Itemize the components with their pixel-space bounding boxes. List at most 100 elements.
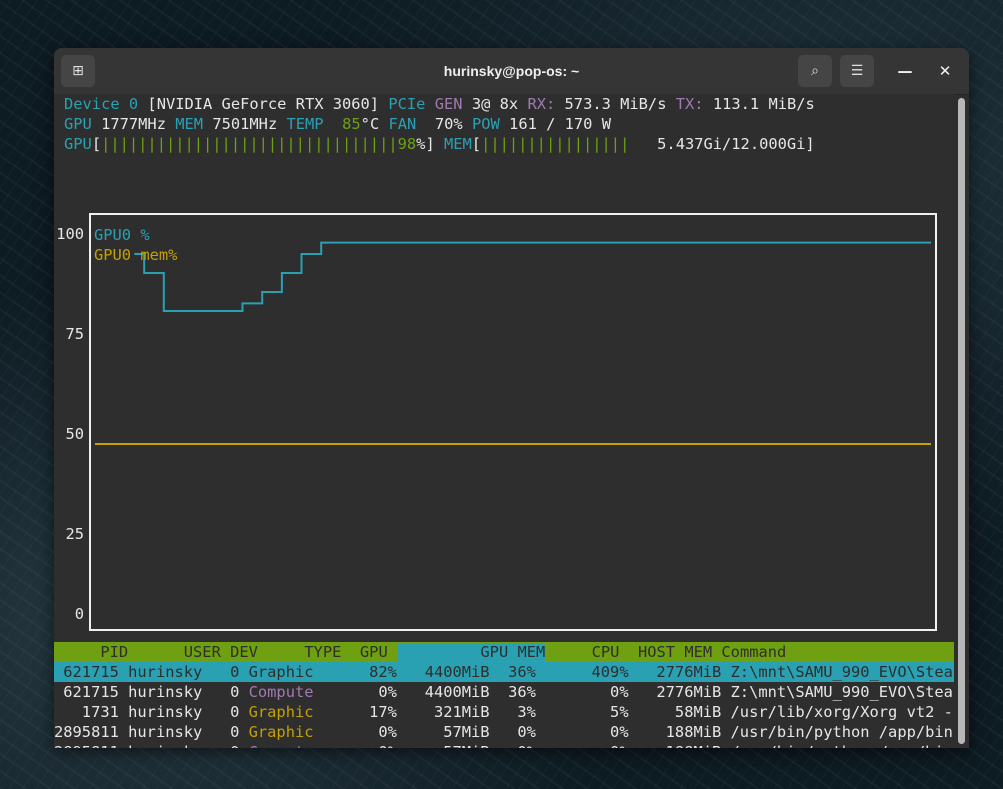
temp-unit: °C: [360, 115, 380, 133]
cell-type: Graphic: [248, 663, 314, 681]
gpu-clock-label: GPU: [64, 115, 92, 133]
cell-cpu: 0%: [545, 683, 638, 701]
usage-bars-line: GPU[||||||||||||||||||||||||||||||||98%]…: [64, 135, 815, 153]
new-tab-button[interactable]: ⊞: [61, 55, 95, 87]
cell-gpu: 0%: [313, 683, 407, 701]
y-tick-100: 100: [56, 225, 84, 243]
cell-dev: 0: [211, 723, 249, 741]
legend-gpu-pct: GPU0 %: [94, 226, 150, 244]
cell-host-mem: 2776MiB: [637, 663, 731, 681]
close-icon: ✕: [938, 62, 952, 80]
device-info-line: Device 0 [NVIDIA GeForce RTX 3060] PCIe …: [64, 94, 815, 114]
gpu-usage-label: GPU: [64, 135, 92, 153]
cell-gpu-mem: 57MiB: [406, 743, 499, 748]
mem-usage-bar: ||||||||||||||||: [481, 135, 630, 153]
terminal-window: ⊞ hurinsky@pop-os: ~ ⌕ ☰ — ✕ Device 0 [N…: [54, 48, 969, 748]
table-row[interactable]: 621715 hurinsky 0 Compute 0% 4400MiB 36%…: [54, 682, 954, 702]
gpu-clock-value: 1777MHz: [101, 115, 166, 133]
cell-pid: 1731: [54, 703, 129, 721]
col-host-mem[interactable]: HOST MEM: [638, 643, 712, 661]
cell-cpu: 409%: [545, 663, 638, 681]
terminal-content[interactable]: Device 0 [NVIDIA GeForce RTX 3060] PCIe …: [54, 94, 954, 748]
search-icon: ⌕: [811, 63, 819, 79]
rx-label: RX:: [527, 95, 556, 113]
device-label: Device 0: [64, 95, 139, 113]
cell-type: Graphic: [248, 723, 314, 741]
gen-label: GEN: [434, 95, 463, 113]
cell-cpu: 5%: [545, 703, 638, 721]
col-type[interactable]: TYPE: [304, 643, 341, 661]
series-line-0: [134, 241, 931, 312]
col-dev[interactable]: DEV: [230, 643, 258, 661]
table-row[interactable]: 621715 hurinsky 0 Graphic 82% 4400MiB 36…: [54, 662, 954, 682]
cell-host-mem: 188MiB: [638, 743, 731, 748]
col-command[interactable]: Command: [721, 643, 786, 661]
scrollbar[interactable]: [958, 98, 965, 744]
cell-cpu: 0%: [545, 743, 638, 748]
cell-user: hurinsky: [128, 683, 212, 701]
cell-host-mem: 188MiB: [637, 723, 731, 741]
search-button[interactable]: ⌕: [798, 55, 832, 87]
mem-clock-value: 7501MHz: [212, 115, 278, 133]
cell-user: hurinsky: [128, 723, 212, 741]
tx-label: TX:: [675, 95, 704, 113]
menu-button[interactable]: ☰: [840, 55, 874, 87]
cell-gpu-mem: 4400MiB: [406, 663, 499, 681]
cell-host-mem: 2776MiB: [637, 683, 731, 701]
col-user[interactable]: USER: [184, 643, 221, 661]
y-tick-0: 0: [74, 605, 84, 623]
cell-user: hurinsky: [128, 743, 211, 748]
cell-gpu-mem: 57MiB: [406, 723, 499, 741]
title-bar: ⊞ hurinsky@pop-os: ~ ⌕ ☰ — ✕: [54, 48, 969, 95]
y-tick-25: 25: [65, 525, 84, 543]
cell-type: Compute: [249, 743, 314, 748]
cell-pid: 621715: [54, 683, 129, 701]
col-pid[interactable]: PID: [54, 643, 128, 661]
cell-pid: 2895811: [54, 743, 128, 748]
cell-pid: 621715: [54, 663, 129, 681]
y-tick-50: 50: [65, 425, 84, 443]
cell-gpu: 82%: [313, 663, 407, 681]
pow-value: 161 / 170 W: [509, 115, 611, 133]
usage-chart-svg: [95, 241, 931, 445]
cell-user: hurinsky: [128, 663, 212, 681]
cell-command: Z:\mnt\SAMU_990_EVO\Stea: [730, 663, 953, 681]
legend-gpu-mem: GPU0 mem%: [94, 246, 178, 264]
cell-gpu: 0%: [313, 723, 407, 741]
gen-value: 3@ 8x: [471, 95, 519, 113]
pcie-label: PCIe: [388, 95, 426, 113]
gpu-usage-bar: ||||||||||||||||||||||||||||||||: [101, 135, 398, 153]
fan-label: FAN: [388, 115, 417, 133]
fan-value: 70%: [434, 115, 463, 133]
table-row[interactable]: 1731 hurinsky 0 Graphic 17% 321MiB 3% 5%…: [54, 702, 954, 722]
col-gpu-mem[interactable]: GPU MEM: [397, 643, 546, 661]
cell-mem-pct: 36%: [498, 683, 546, 701]
cell-pid: 2895811: [54, 723, 129, 741]
cell-gpu: 0%: [314, 743, 407, 748]
device-name: [NVIDIA GeForce RTX 3060]: [147, 95, 380, 113]
mem-usage-label: MEM: [443, 135, 472, 153]
cell-host-mem: 58MiB: [637, 703, 731, 721]
cell-cpu: 0%: [545, 723, 638, 741]
cell-dev: 0: [211, 663, 249, 681]
cell-command: /usr/bin/python /app/bin: [731, 743, 953, 748]
rx-value: 573.3 MiB/s: [564, 95, 667, 113]
table-row[interactable]: 2895811 hurinsky 0 Compute 0% 57MiB 0% 0…: [54, 742, 954, 748]
minimize-button[interactable]: —: [888, 55, 922, 87]
minimize-icon: —: [897, 62, 913, 80]
table-row[interactable]: 2895811 hurinsky 0 Graphic 0% 57MiB 0% 0…: [54, 722, 954, 742]
usage-graph: GPU0 % GPU0 mem%: [89, 213, 937, 631]
col-cpu[interactable]: CPU: [592, 643, 620, 661]
col-gpu[interactable]: GPU: [360, 643, 388, 661]
cell-type: Graphic: [248, 703, 314, 721]
cell-dev: 0: [211, 703, 249, 721]
cell-gpu: 17%: [313, 703, 407, 721]
close-button[interactable]: ✕: [928, 55, 962, 87]
temp-label: TEMP: [286, 115, 324, 133]
cell-dev: 0: [211, 683, 249, 701]
tx-value: 113.1 MiB/s: [712, 95, 815, 113]
gpu-usage-pct: 98: [397, 135, 417, 153]
cell-user: hurinsky: [128, 703, 212, 721]
cell-command: /usr/lib/xorg/Xorg vt2 -: [730, 703, 953, 721]
process-table-header: PID USER DEV TYPE GPU GPU MEM CPU HOST M…: [54, 642, 954, 662]
